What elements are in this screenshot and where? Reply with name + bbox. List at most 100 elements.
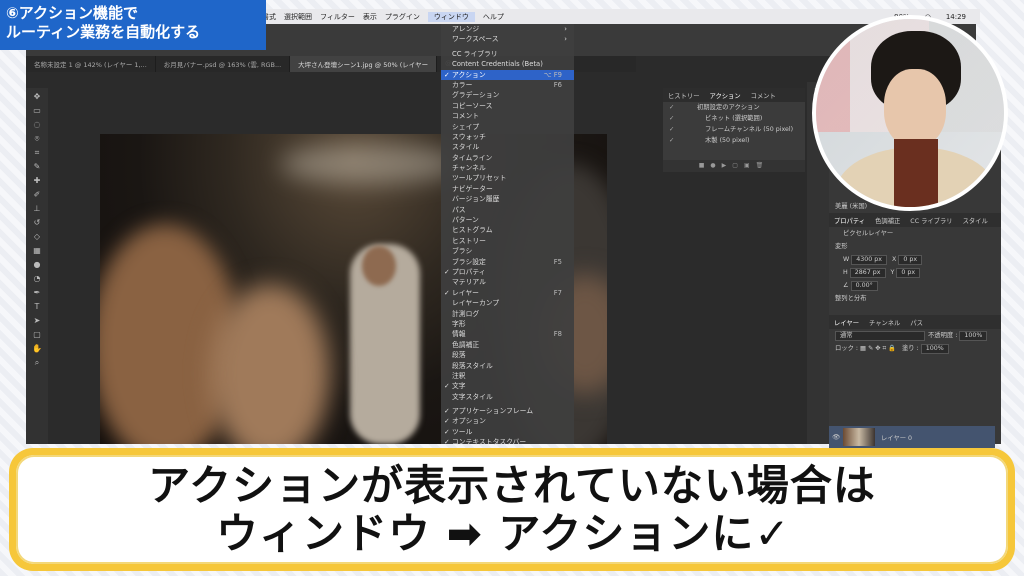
window-menu-item[interactable]: パターン <box>441 215 574 225</box>
window-menu-item[interactable]: ナビゲーター <box>441 184 574 194</box>
window-menu-item[interactable]: タイムライン <box>441 153 574 163</box>
fill-field[interactable]: 100% <box>920 344 949 354</box>
marquee-tool-icon[interactable]: ▭ <box>32 106 42 116</box>
properties-tab[interactable]: CC ライブラリ <box>905 216 957 225</box>
eyedropper-tool-icon[interactable]: ✎ <box>32 162 42 172</box>
check-icon: ✓ <box>444 70 450 79</box>
document-tab[interactable]: お月見バナー.psd @ 163% (雲, RGB... <box>156 56 291 72</box>
actions-toolbar: ■●▶▢▣🗑 <box>663 160 805 172</box>
eraser-tool-icon[interactable]: ◇ <box>32 232 42 242</box>
window-menu-item[interactable]: 注釈 <box>441 371 574 381</box>
actions-tab[interactable]: アクション <box>704 91 745 100</box>
opacity-field[interactable]: 100% <box>959 331 988 341</box>
window-menu-item[interactable]: ツールプリセット <box>441 173 574 183</box>
window-menu-item[interactable]: ヒストリー <box>441 236 574 246</box>
window-menu-item[interactable]: 段落スタイル <box>441 361 574 371</box>
window-menu-item[interactable]: 文字スタイル <box>441 392 574 402</box>
window-menu-item[interactable]: パス <box>441 205 574 215</box>
x-field[interactable]: 0 px <box>898 255 923 265</box>
layers-tab[interactable]: パス <box>905 318 928 327</box>
layers-tab[interactable]: レイヤー <box>829 318 864 327</box>
action-row[interactable]: フレームチャンネル (50 pixel) <box>663 124 805 135</box>
window-menu-item[interactable]: ワークスペース › <box>441 34 574 44</box>
window-menu-item[interactable]: レイヤーカンプ <box>441 298 574 308</box>
menu-item-label: ヒストグラム <box>452 226 493 235</box>
window-menu-item[interactable]: グラデーション <box>441 90 574 100</box>
move-tool-icon[interactable]: ✥ <box>32 92 42 102</box>
history-brush-icon[interactable]: ↺ <box>32 218 42 228</box>
layers-tab[interactable]: チャンネル <box>864 318 905 327</box>
window-menu-item[interactable]: カラー F6 <box>441 80 574 90</box>
window-menu-item[interactable]: 色調補正 <box>441 340 574 350</box>
window-menu-item[interactable]: コピーソース <box>441 101 574 111</box>
window-menu-item[interactable]: ✓ ツール <box>441 427 574 437</box>
angle-field[interactable]: 0.00° <box>850 281 878 291</box>
window-menu-item[interactable]: ✓ 文字 <box>441 381 574 391</box>
window-menu-item[interactable]: スウォッチ <box>441 132 574 142</box>
window-menu-item[interactable]: ✓ アプリケーションフレーム <box>441 406 574 416</box>
crop-tool-icon[interactable]: ⌗ <box>32 148 42 158</box>
menubar-item-5[interactable]: ウィンドウ <box>427 11 475 22</box>
action-row[interactable]: ビネット (選択範囲) <box>663 113 805 124</box>
shape-tool-icon[interactable]: ▢ <box>32 330 42 340</box>
window-menu-item[interactable]: バージョン履歴 <box>441 194 574 204</box>
width-field[interactable]: 4300 px <box>851 255 887 265</box>
lasso-tool-icon[interactable]: ◌ <box>32 120 42 130</box>
action-row[interactable]: 初期設定のアクション <box>663 102 805 113</box>
blend-row: 通常 不透明度 : 100% <box>829 329 1001 342</box>
window-menu-item[interactable]: スタイル <box>441 142 574 152</box>
stamp-tool-icon[interactable]: ⊥ <box>32 204 42 214</box>
window-menu-item[interactable]: チャンネル <box>441 163 574 173</box>
select-tool-icon[interactable]: ⌾ <box>32 134 42 144</box>
actions-tab[interactable]: コメント <box>746 91 781 100</box>
window-menu-item[interactable]: ✓ レイヤー F7 <box>441 288 574 298</box>
window-menu-item[interactable]: ✓ オプション <box>441 416 574 426</box>
window-menu-item[interactable]: アレンジ › <box>441 24 574 34</box>
zoom-tool-icon[interactable]: ⌕ <box>32 358 42 368</box>
menubar-item-2[interactable]: フィルター <box>320 12 355 22</box>
properties-tab[interactable]: スタイル <box>958 216 993 225</box>
menubar-item-1[interactable]: 選択範囲 <box>284 12 312 22</box>
path-select-icon[interactable]: ➤ <box>32 316 42 326</box>
window-menu-item[interactable]: 計測ログ <box>441 309 574 319</box>
properties-tab[interactable]: プロパティ <box>829 216 870 225</box>
blend-mode-select[interactable]: 通常 <box>835 331 925 341</box>
window-menu-item[interactable]: ✓ アクション ⌥ F9 <box>441 69 574 80</box>
window-menu-item[interactable]: CC ライブラリ <box>441 49 574 59</box>
window-menu-item[interactable]: シェイプ <box>441 122 574 132</box>
window-menu-item[interactable]: 段落 <box>441 350 574 360</box>
gradient-tool-icon[interactable]: ▦ <box>32 246 42 256</box>
brush-tool-icon[interactable]: ✐ <box>32 190 42 200</box>
blur-tool-icon[interactable]: ● <box>32 260 42 270</box>
menubar-item-3[interactable]: 表示 <box>363 12 377 22</box>
pen-tool-icon[interactable]: ✒ <box>32 288 42 298</box>
window-menu-item[interactable]: ✓ プロパティ <box>441 267 574 277</box>
type-tool-icon[interactable]: T <box>32 302 42 312</box>
menubar-item-6[interactable]: ヘルプ <box>483 12 504 22</box>
menu-item-label: シェイプ <box>452 122 480 131</box>
properties-tab[interactable]: 色調補正 <box>870 216 905 225</box>
document-tab[interactable]: 大坪さん登壇シーン1.jpg @ 50% (レイヤー <box>290 56 438 72</box>
menubar-item-4[interactable]: プラグイン <box>385 12 420 22</box>
healing-tool-icon[interactable]: ✚ <box>32 176 42 186</box>
window-menu-item[interactable]: Content Credentials (Beta) <box>441 59 574 69</box>
actions-tab[interactable]: ヒストリー <box>663 91 704 100</box>
height-field[interactable]: 2867 px <box>849 268 886 278</box>
action-row[interactable]: 木製 (50 pixel) <box>663 135 805 146</box>
y-field[interactable]: 0 px <box>896 268 921 278</box>
window-menu-item[interactable]: ブラシ <box>441 246 574 256</box>
window-menu-item[interactable]: ✓ コンテキストタスクバー <box>441 437 574 447</box>
menu-item-label: 計測ログ <box>452 309 480 318</box>
lock-icons[interactable]: ▦ ✎ ✥ ⌗ 🔒 <box>860 345 896 352</box>
window-menu-item[interactable]: ブラシ設定 F5 <box>441 257 574 267</box>
window-menu-item[interactable]: ヒストグラム <box>441 225 574 235</box>
document-tab[interactable]: 名称未設定 1 @ 142% (レイヤー 1,... <box>26 56 156 72</box>
window-menu-item[interactable]: 字形 <box>441 319 574 329</box>
layer-row[interactable]: 👁 レイヤー 0 <box>829 426 995 448</box>
window-menu-item[interactable]: コメント <box>441 111 574 121</box>
hand-tool-icon[interactable]: ✋ <box>32 344 42 354</box>
eye-icon[interactable]: 👁 <box>829 433 843 441</box>
window-menu-item[interactable]: マテリアル <box>441 277 574 287</box>
dodge-tool-icon[interactable]: ◔ <box>32 274 42 284</box>
window-menu-item[interactable]: 情報 F8 <box>441 329 574 339</box>
